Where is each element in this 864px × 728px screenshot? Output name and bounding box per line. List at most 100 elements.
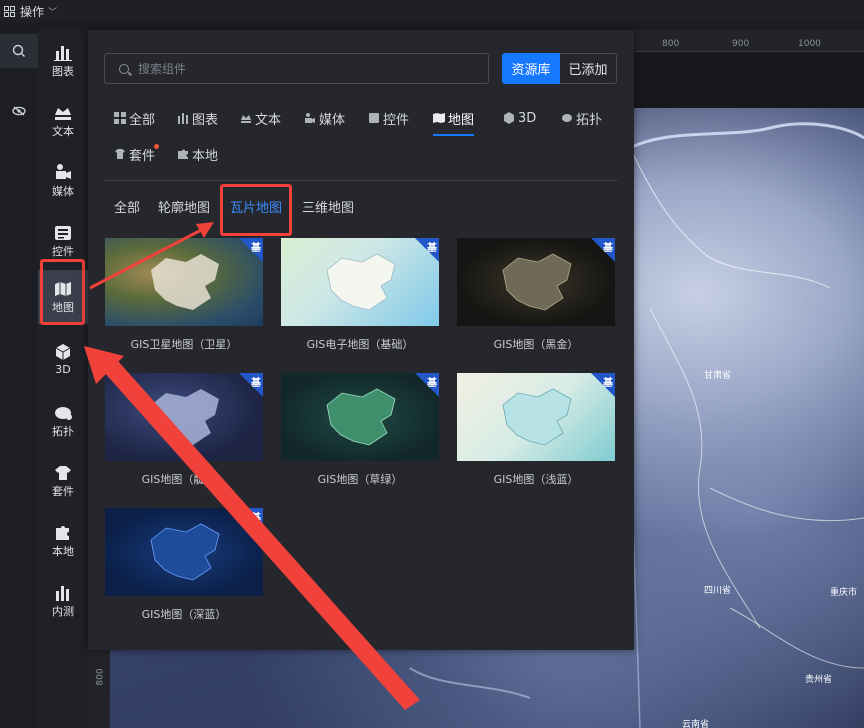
visibility-toggle[interactable] bbox=[0, 94, 38, 128]
tab-label: 控件 bbox=[383, 112, 410, 128]
search-input[interactable] bbox=[138, 61, 478, 76]
card-caption: GIS地图（深蓝） bbox=[141, 608, 227, 621]
ruler-label: 900 bbox=[732, 39, 750, 49]
sidebar-item-media[interactable]: 媒体 bbox=[38, 154, 88, 208]
map-thumbnail: 基 bbox=[281, 373, 439, 461]
map-label-gansu: 甘肃省 bbox=[704, 371, 732, 381]
tab-all[interactable]: 全部 bbox=[114, 107, 155, 129]
tab-local[interactable]: 本地 bbox=[177, 143, 218, 165]
sidebar-item-kit[interactable]: 套件 bbox=[38, 454, 88, 508]
ruler-label: 800 bbox=[95, 668, 106, 686]
tab-media[interactable]: 媒体 bbox=[304, 107, 345, 129]
search-box[interactable] bbox=[104, 53, 489, 84]
map-label-guizhou: 贵州省 bbox=[805, 675, 833, 685]
widget-icon bbox=[368, 112, 380, 124]
divider bbox=[104, 180, 618, 181]
basic-badge: 基 bbox=[251, 513, 261, 524]
map-thumbnail: 基 bbox=[105, 238, 263, 326]
bar-chart-icon bbox=[53, 43, 73, 61]
map-card-electronic[interactable]: 基 GIS电子地图（基础） bbox=[281, 238, 439, 352]
text-crown-icon bbox=[53, 103, 73, 121]
widget-icon bbox=[53, 223, 73, 241]
tab-label: 3D bbox=[518, 110, 537, 126]
basic-badge: 基 bbox=[603, 378, 613, 389]
china-map-shape bbox=[151, 254, 219, 310]
kit-shirt-icon bbox=[114, 148, 126, 160]
sidebar-item-label: 媒体 bbox=[52, 185, 74, 198]
map-label-sichuan: 四川省 bbox=[704, 586, 732, 596]
sidebar-item-label: 控件 bbox=[52, 245, 74, 258]
tab-label: 媒体 bbox=[319, 112, 346, 128]
highlight-box-tile-map bbox=[220, 184, 292, 236]
basic-badge: 基 bbox=[427, 243, 437, 254]
tab-text[interactable]: 文本 bbox=[240, 107, 281, 129]
sidebar-item-topology[interactable]: 拓扑 bbox=[38, 394, 88, 448]
map-card-black-gold[interactable]: 基 GIS地图（黑金） bbox=[457, 238, 615, 352]
map-card-grass-green[interactable]: 基 GIS地图（草绿） bbox=[281, 373, 439, 487]
sidebar-item-label: 本地 bbox=[52, 545, 74, 558]
ruler-label: 800 bbox=[662, 39, 680, 49]
cube-icon bbox=[503, 112, 515, 124]
map-card-deep-blue[interactable]: 基 GIS地图（深蓝） bbox=[105, 508, 263, 622]
china-map-shape bbox=[326, 388, 396, 446]
tab-map[interactable]: 地图 bbox=[433, 107, 475, 136]
map-thumbnail: 基 bbox=[457, 373, 615, 461]
sidebar-item-beta[interactable]: 内测 bbox=[38, 574, 88, 628]
map-thumbnail: 基 bbox=[457, 238, 615, 326]
text-crown-icon bbox=[240, 112, 252, 124]
tab-widget[interactable]: 控件 bbox=[368, 107, 409, 129]
subtab-outline-map[interactable]: 轮廓地图 bbox=[158, 197, 210, 216]
basic-badge: 基 bbox=[603, 243, 613, 254]
media-camera-icon bbox=[53, 163, 73, 181]
operations-label: 操作 bbox=[20, 5, 45, 19]
card-caption: GIS电子地图（基础） bbox=[306, 338, 414, 351]
sidebar-item-chart[interactable]: 图表 bbox=[38, 34, 88, 88]
tab-label: 文本 bbox=[255, 112, 282, 128]
subtab-3d-map[interactable]: 三维地图 bbox=[302, 197, 354, 216]
map-card-satellite[interactable]: 基 GIS卫星地图（卫星） bbox=[105, 238, 263, 352]
tab-kit[interactable]: 套件 bbox=[114, 143, 155, 165]
map-card-indigo[interactable]: 基 GIS地图（靛黑） bbox=[105, 373, 263, 487]
card-caption: GIS地图（浅蓝） bbox=[493, 473, 579, 486]
puzzle-icon bbox=[53, 523, 73, 541]
chevron-down-icon: ﹀ bbox=[48, 8, 58, 18]
sidebar-item-label: 套件 bbox=[52, 485, 74, 498]
map-thumbnail: 基 bbox=[105, 508, 263, 596]
tab-topology[interactable]: 拓扑 bbox=[561, 107, 602, 129]
operations-menu[interactable]: 操作 ﹀ bbox=[4, 3, 57, 20]
beta-chart-icon bbox=[53, 583, 73, 601]
sidebar-item-text[interactable]: 文本 bbox=[38, 94, 88, 148]
card-caption: GIS地图（草绿） bbox=[317, 473, 403, 486]
sidebar-item-label: 3D bbox=[55, 362, 71, 376]
subtab-all[interactable]: 全部 bbox=[114, 197, 140, 216]
bar-chart-icon bbox=[177, 112, 189, 124]
sidebar-item-label: 内测 bbox=[52, 605, 74, 618]
media-camera-icon bbox=[304, 112, 316, 124]
grid-icon bbox=[4, 6, 15, 17]
card-caption: GIS卫星地图（卫星） bbox=[130, 338, 238, 351]
map-card-light-blue[interactable]: 基 GIS地图（浅蓝） bbox=[457, 373, 615, 487]
basic-badge: 基 bbox=[251, 243, 261, 254]
card-caption: GIS地图（黑金） bbox=[493, 338, 579, 351]
sidebar-item-local[interactable]: 本地 bbox=[38, 514, 88, 568]
sidebar-item-label: 拓扑 bbox=[52, 425, 74, 438]
map-label-yunnan: 云南省 bbox=[682, 720, 710, 728]
sidebar-item-label: 图表 bbox=[52, 65, 74, 78]
china-map-shape bbox=[502, 253, 572, 311]
tab-3d[interactable]: 3D bbox=[503, 107, 536, 129]
tab-chart[interactable]: 图表 bbox=[177, 107, 218, 129]
grid-icon bbox=[114, 112, 126, 124]
added-button[interactable]: 已添加 bbox=[560, 53, 617, 84]
search-icon bbox=[12, 44, 25, 57]
map-icon bbox=[433, 112, 445, 124]
ruler-label: 1000 bbox=[798, 39, 821, 49]
basic-badge: 基 bbox=[251, 378, 261, 389]
topology-icon bbox=[561, 112, 573, 124]
resource-library-button[interactable]: 资源库 bbox=[502, 53, 560, 84]
map-thumbnail: 基 bbox=[281, 238, 439, 326]
new-badge-dot bbox=[154, 144, 159, 149]
map-label-chongqing: 重庆市 bbox=[830, 588, 858, 598]
highlight-box-map-category bbox=[40, 259, 85, 325]
search-button[interactable] bbox=[0, 34, 38, 68]
sidebar-item-3d[interactable]: 3D bbox=[38, 332, 88, 386]
